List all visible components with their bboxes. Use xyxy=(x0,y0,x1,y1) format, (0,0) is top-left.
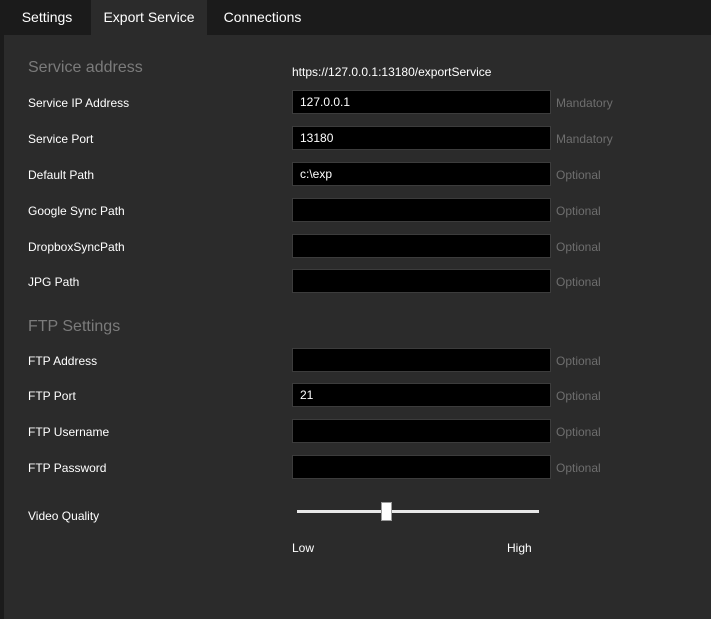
default-path-label: Default Path xyxy=(28,168,95,182)
video-quality-low-label: Low xyxy=(292,541,315,555)
service-ip-label: Service IP Address xyxy=(28,96,130,110)
service-ip-hint: Mandatory xyxy=(556,96,613,110)
tab-export-service[interactable]: Export Service xyxy=(91,0,207,35)
service-port-input[interactable] xyxy=(292,126,551,150)
video-quality-high-label: High xyxy=(507,541,532,555)
ftp-port-label: FTP Port xyxy=(28,389,76,403)
video-quality-slider-track[interactable] xyxy=(297,510,539,513)
ftp-username-input[interactable] xyxy=(292,419,551,443)
dropbox-sync-path-hint: Optional xyxy=(556,240,601,254)
service-port-hint: Mandatory xyxy=(556,132,613,146)
tab-connections[interactable]: Connections xyxy=(217,0,308,35)
jpg-path-input[interactable] xyxy=(292,269,551,293)
ftp-address-hint: Optional xyxy=(556,354,601,368)
service-ip-input[interactable] xyxy=(292,90,551,114)
video-quality-label: Video Quality xyxy=(28,509,100,523)
ftp-password-hint: Optional xyxy=(556,461,601,475)
default-path-hint: Optional xyxy=(556,168,601,182)
google-sync-path-hint: Optional xyxy=(556,204,601,218)
video-quality-slider-thumb[interactable] xyxy=(381,502,392,521)
ftp-password-input[interactable] xyxy=(292,455,551,479)
ftp-address-input[interactable] xyxy=(292,348,551,372)
ftp-password-label: FTP Password xyxy=(28,461,107,475)
google-sync-path-label: Google Sync Path xyxy=(28,204,125,218)
google-sync-path-input[interactable] xyxy=(292,198,551,222)
service-port-label: Service Port xyxy=(28,132,94,146)
jpg-path-label: JPG Path xyxy=(28,275,80,289)
dropbox-sync-path-label: DropboxSyncPath xyxy=(28,240,125,254)
export-service-panel: Service address https://127.0.0.1:13180/… xyxy=(4,35,711,619)
service-address-title: Service address xyxy=(28,59,143,76)
ftp-port-hint: Optional xyxy=(556,389,601,403)
tab-settings[interactable]: Settings xyxy=(13,0,81,35)
default-path-input[interactable] xyxy=(292,162,551,186)
ftp-settings-title: FTP Settings xyxy=(28,318,121,335)
ftp-port-input[interactable] xyxy=(292,383,551,407)
ftp-username-label: FTP Username xyxy=(28,425,110,439)
dropbox-sync-path-input[interactable] xyxy=(292,234,551,258)
jpg-path-hint: Optional xyxy=(556,275,601,289)
ftp-address-label: FTP Address xyxy=(28,354,98,368)
tab-bar: Settings Export Service Connections xyxy=(0,0,711,35)
service-url: https://127.0.0.1:13180/exportService xyxy=(292,65,492,79)
ftp-username-hint: Optional xyxy=(556,425,601,439)
